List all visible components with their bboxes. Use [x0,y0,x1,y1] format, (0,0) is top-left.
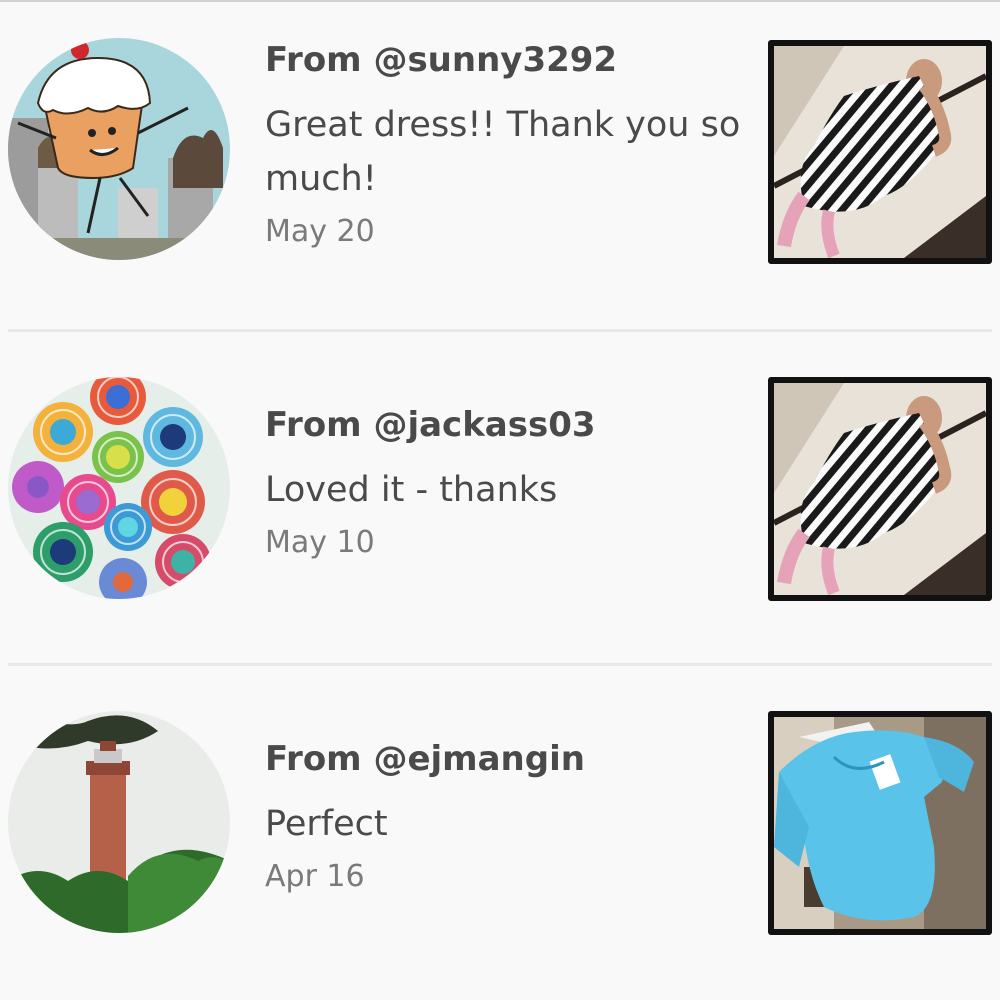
feedback-list: From @sunny3292 Great dress!! Thank you … [0,0,1000,1000]
striped-dress-photo [774,46,986,258]
feedback-message: Loved it - thanks [265,470,558,510]
feedback-message: Perfect [265,804,388,844]
feedback-sender[interactable]: From @jackass03 [265,405,745,445]
blue-top-photo [774,717,986,929]
feedback-date: Apr 16 [265,859,365,894]
user-avatar[interactable] [8,711,230,933]
feedback-item[interactable]: From @sunny3292 Great dress!! Thank you … [0,0,1000,330]
item-thumbnail[interactable] [768,40,992,264]
cupcake-cartoon-avatar [8,38,230,260]
feedback-sender[interactable]: From @ejmangin [265,739,745,779]
feedback-message: Great dress!! Thank you so much! [265,105,741,199]
feedback-text: From @ejmangin Perfect Apr 16 [265,739,745,895]
feedback-sender[interactable]: From @sunny3292 [265,40,745,80]
feedback-text: From @jackass03 Loved it - thanks May 10 [265,405,745,561]
item-thumbnail[interactable] [768,377,992,601]
row-divider [8,663,992,666]
feedback-item[interactable]: From @ejmangin Perfect Apr 16 [0,669,1000,999]
row-divider [8,329,992,332]
feedback-date: May 20 [265,214,375,249]
striped-dress-photo [774,383,986,595]
user-avatar[interactable] [8,38,230,260]
tower-photo-avatar [8,711,230,933]
item-thumbnail[interactable] [768,711,992,935]
feedback-item[interactable]: From @jackass03 Loved it - thanks May 10 [0,335,1000,665]
feedback-date: May 10 [265,525,375,560]
feedback-text: From @sunny3292 Great dress!! Thank you … [265,40,745,250]
flower-mosaic-avatar [8,377,230,599]
user-avatar[interactable] [8,377,230,599]
